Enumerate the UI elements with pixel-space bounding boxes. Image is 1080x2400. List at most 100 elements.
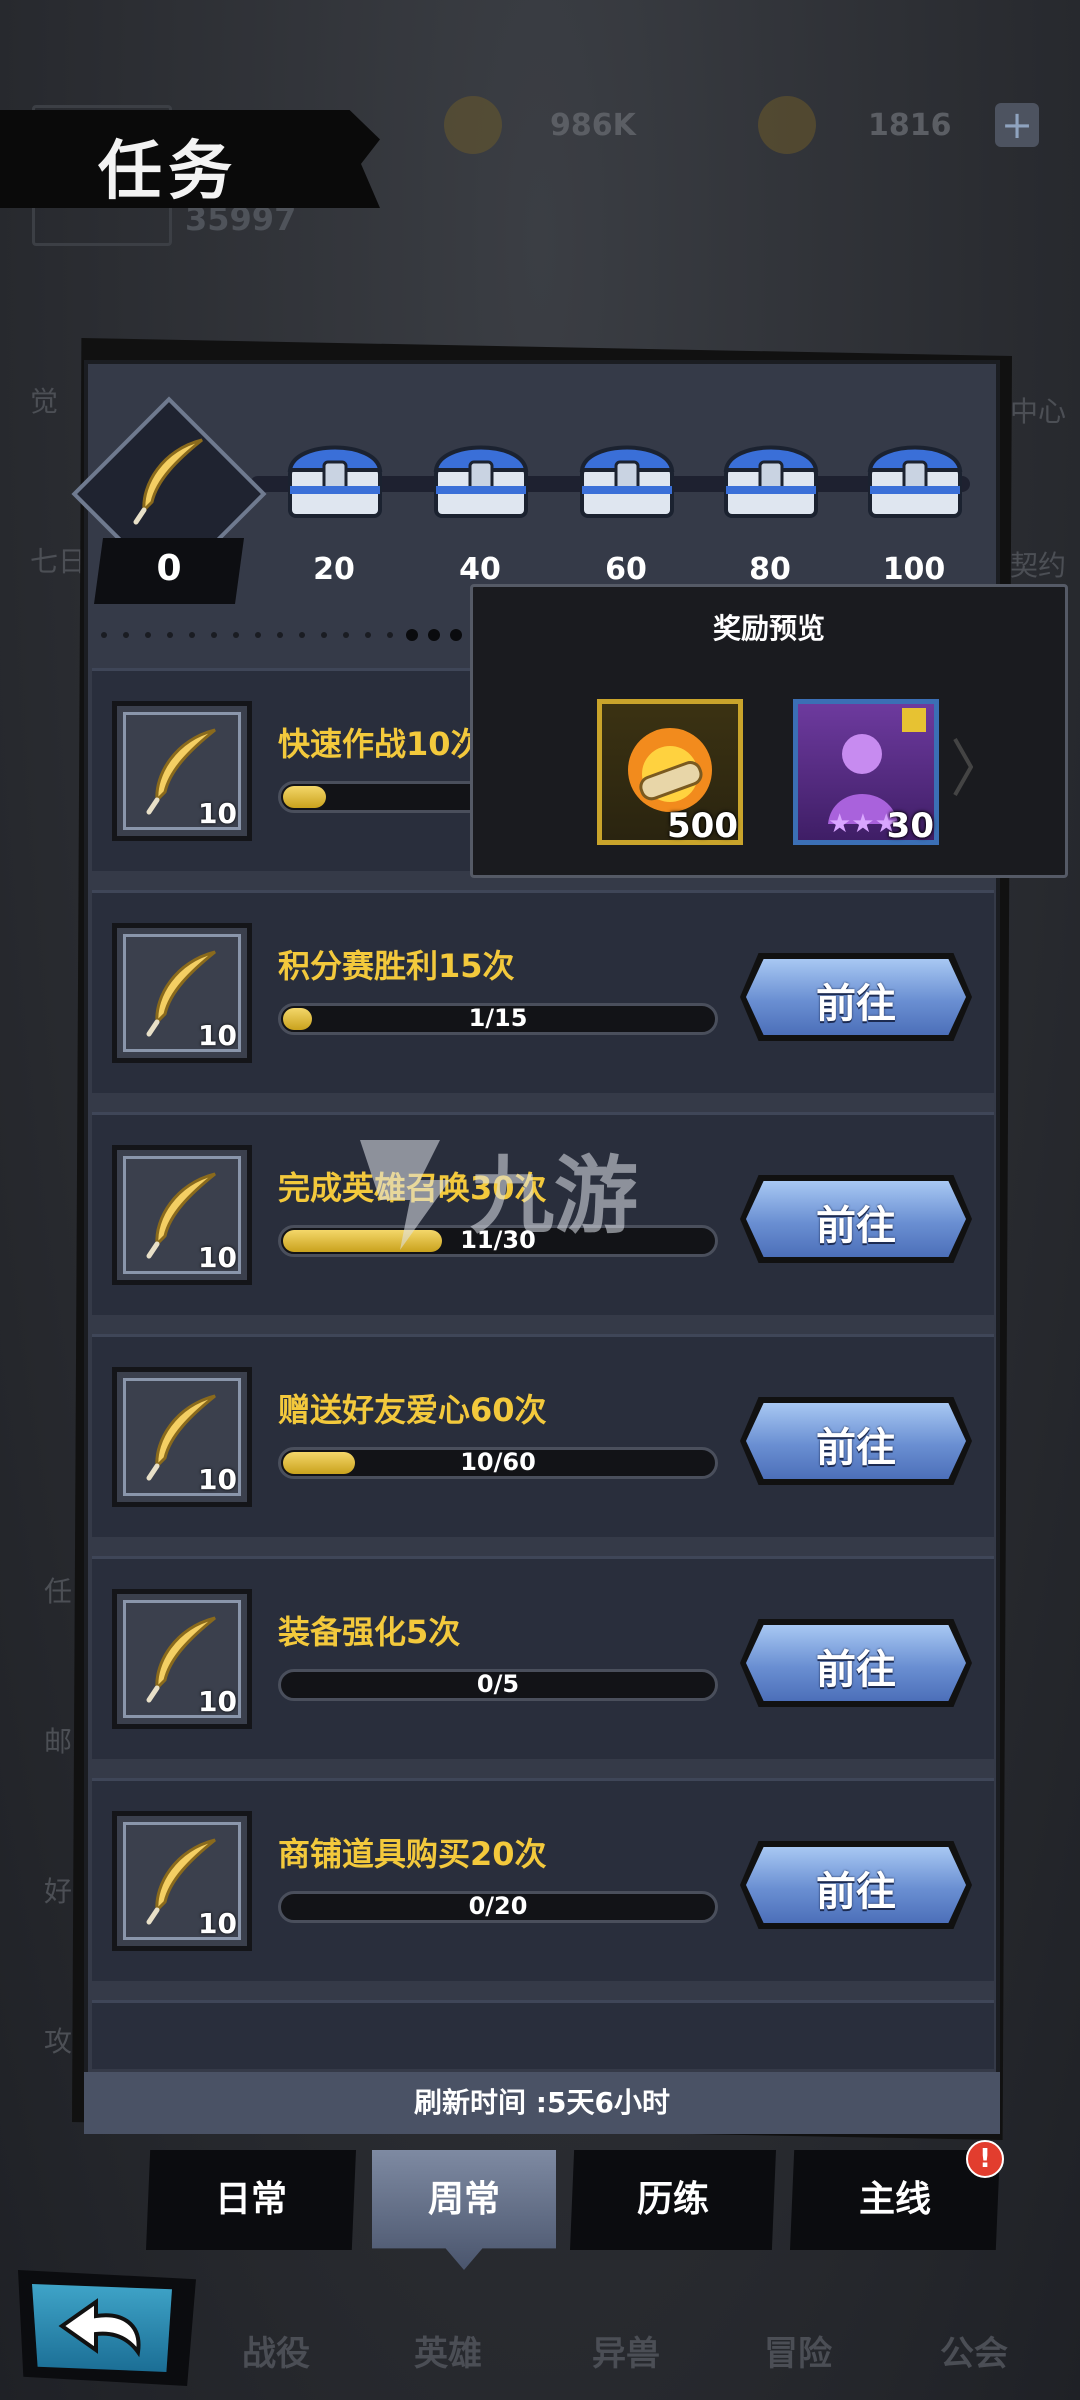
- go-button-label: 前往: [816, 1203, 896, 1249]
- go-button[interactable]: 前往: [740, 1175, 972, 1263]
- task-reward-icon: 10: [112, 1367, 252, 1507]
- page-dot: [321, 632, 327, 638]
- side-item-left-4[interactable]: 好: [44, 1870, 72, 1910]
- page-dot: [255, 632, 261, 638]
- task-title: 装备强化5次: [278, 1613, 461, 1651]
- reward-count-1: 30: [886, 806, 934, 846]
- milestone-label: 20: [313, 552, 355, 587]
- side-item-left-3[interactable]: 邮: [44, 1720, 72, 1760]
- current-points: 0: [156, 548, 182, 589]
- task-reward-icon: 10: [112, 1589, 252, 1729]
- nav-adventure[interactable]: 冒险: [764, 2326, 832, 2375]
- task-reward-icon: 10: [112, 1145, 252, 1285]
- page-dot: [123, 632, 129, 638]
- side-item-left-2[interactable]: 任: [44, 1570, 72, 1610]
- nav-guild[interactable]: 公会: [940, 2326, 1008, 2375]
- task-row: 10 商铺道具购买20次 0/20 前往: [92, 1778, 994, 1981]
- milestone-label: 80: [749, 552, 791, 587]
- reward-item-0[interactable]: 500: [597, 699, 743, 846]
- task-title: 商铺道具购买20次: [278, 1835, 547, 1873]
- chest-icon[interactable]: [576, 434, 678, 522]
- go-button[interactable]: 前往: [740, 953, 972, 1041]
- tab-training[interactable]: 历练: [570, 2150, 776, 2250]
- task-points: 10: [198, 1907, 237, 1940]
- task-progress-text: 0/5: [476, 1670, 520, 1698]
- go-button-label: 前往: [816, 981, 896, 1027]
- task-progress-text: 0/20: [468, 1892, 528, 1920]
- chevron-right-icon[interactable]: [953, 737, 973, 797]
- gem-amount: 1816: [868, 108, 952, 143]
- gem-icon: [758, 96, 816, 154]
- task-reward-icon: 10: [112, 701, 252, 841]
- milestone-label: 60: [605, 552, 647, 587]
- go-button-label: 前往: [816, 1647, 896, 1693]
- go-button[interactable]: 前往: [740, 1619, 972, 1707]
- page-dot: [387, 632, 393, 638]
- task-title: 快速作战10次: [278, 725, 483, 763]
- task-title: 积分赛胜利15次: [278, 947, 515, 985]
- refresh-timer: 刷新时间 :5天6小时: [84, 2072, 1000, 2134]
- side-item-right-0[interactable]: 中心: [1010, 390, 1066, 430]
- reward-count-0: 500: [667, 806, 738, 846]
- task-progress-text: 10/60: [460, 1448, 536, 1476]
- feather-icon: [133, 438, 203, 525]
- chest-icon[interactable]: [864, 434, 966, 522]
- task-row: 10 装备强化5次 0/5 前往: [92, 1556, 994, 1759]
- task-row: 10 积分赛胜利15次 1/15 前往: [92, 890, 994, 1093]
- page-dot: [167, 632, 173, 638]
- side-item-left-1[interactable]: 七日: [30, 540, 86, 580]
- task-progress-bar: 0/5: [278, 1669, 718, 1701]
- task-row: 10 赠送好友爱心60次 10/60 前往: [92, 1334, 994, 1537]
- page-dot: [428, 629, 440, 641]
- task-points: 10: [198, 797, 237, 830]
- nav-campaign[interactable]: 战役: [242, 2326, 310, 2375]
- task-points: 10: [198, 1241, 237, 1274]
- task-row-partial: [92, 2000, 994, 2069]
- go-button-label: 前往: [816, 1425, 896, 1471]
- back-arrow-icon: [58, 2298, 141, 2358]
- chest-icon[interactable]: [430, 434, 532, 522]
- tab-daily[interactable]: 日常: [146, 2150, 356, 2250]
- notification-badge: !: [966, 2140, 1004, 2178]
- side-item-left-0[interactable]: 觉: [30, 380, 58, 420]
- go-button[interactable]: 前往: [740, 1841, 972, 1929]
- reward-preview-title: 奖励预览: [712, 612, 825, 645]
- nav-heroes[interactable]: 英雄: [414, 2326, 482, 2375]
- task-progress-bar: 1/15: [278, 1003, 718, 1035]
- task-progress-bar: 0/20: [278, 1891, 718, 1923]
- milestone-label: 100: [882, 552, 946, 587]
- page-dot: [343, 632, 349, 638]
- chest-icon[interactable]: [720, 434, 822, 522]
- reward-item-1[interactable]: ★★★ 30: [793, 699, 939, 846]
- reward-preview-popup: 奖励预览 500 ★★★ 30: [470, 584, 1068, 878]
- nav-beasts[interactable]: 异兽: [592, 2326, 660, 2375]
- task-reward-icon: 10: [112, 1811, 252, 1951]
- tab-bar: 日常 周常 历练 主线: [146, 2150, 1000, 2270]
- task-progress-text: 1/15: [468, 1004, 528, 1032]
- task-points: 10: [198, 1685, 237, 1718]
- gold-coin-icon: [444, 96, 502, 154]
- go-button[interactable]: 前往: [740, 1397, 972, 1485]
- page-dot: [101, 632, 107, 638]
- page-dot: [299, 632, 305, 638]
- page-dot: [189, 632, 195, 638]
- side-item-right-1[interactable]: 契约: [1010, 544, 1066, 584]
- milestone-label: 40: [459, 552, 501, 587]
- page-dot: [233, 632, 239, 638]
- watermark-text: 九游: [470, 1147, 638, 1245]
- task-points: 10: [198, 1463, 237, 1496]
- chest-icon[interactable]: [284, 434, 386, 522]
- side-item-left-5[interactable]: 攻: [44, 2020, 72, 2060]
- page-title: 任务: [98, 135, 238, 209]
- task-reward-icon: 10: [112, 923, 252, 1063]
- go-button-label: 前往: [816, 1869, 896, 1915]
- add-currency-button[interactable]: +: [995, 103, 1039, 147]
- page-dot: [211, 632, 217, 638]
- page-dot: [406, 629, 418, 641]
- watermark-logo: 九游: [360, 1140, 638, 1250]
- gold-amount: 986K: [550, 108, 636, 143]
- page-dot: [365, 632, 371, 638]
- task-progress-bar: 10/60: [278, 1447, 718, 1479]
- page-dot: [277, 632, 283, 638]
- page-dot: [145, 632, 151, 638]
